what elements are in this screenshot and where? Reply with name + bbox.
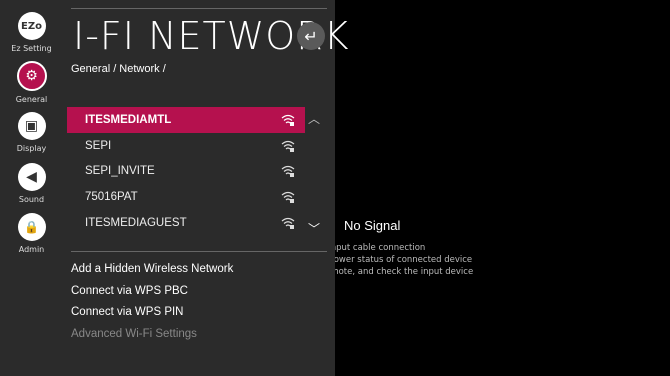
network-item[interactable]: SEPI_INVITE: [67, 158, 305, 184]
advanced-wifi-settings-button[interactable]: Advanced Wi-Fi Settings: [71, 327, 331, 349]
settings-sidebar: EZo Ez Setting ⚙ General ▣ Display ◀ Sou…: [0, 0, 63, 376]
sidebar-item-ez-setting[interactable]: EZo Ez Setting: [0, 12, 63, 53]
sidebar-item-label: General: [15, 95, 48, 104]
network-list: ITESMEDIAMTL SEPI SEPI_INVITE 75016PAT I…: [67, 107, 305, 235]
network-item[interactable]: 75016PAT: [67, 184, 305, 210]
network-item[interactable]: SEPI: [67, 133, 305, 159]
scroll-up-icon[interactable]: ︿: [308, 110, 320, 127]
speaker-icon: ◀: [17, 163, 46, 191]
sidebar-item-label: Admin: [18, 245, 45, 254]
back-button[interactable]: ↵: [297, 22, 325, 50]
wps-pbc-button[interactable]: Connect via WPS PBC: [71, 284, 331, 306]
wifi-locked-icon: [281, 140, 295, 152]
no-signal-title: No Signal: [344, 218, 401, 233]
add-hidden-network-button[interactable]: Add a Hidden Wireless Network: [71, 262, 331, 284]
network-item[interactable]: ITESMEDIAMTL: [67, 107, 305, 133]
network-ssid: SEPI: [85, 139, 112, 152]
display-icon: ▣: [17, 112, 46, 140]
general-settings-icon: ⚙: [16, 61, 47, 91]
breadcrumb: General / Network /: [71, 63, 166, 75]
sidebar-item-label: Ez Setting: [11, 44, 52, 53]
lock-icon: 🔒: [17, 213, 46, 241]
sidebar-item-admin[interactable]: 🔒 Admin: [0, 213, 63, 254]
network-ssid: SEPI_INVITE: [85, 165, 155, 178]
network-item[interactable]: ITESMEDIAGUEST: [67, 210, 305, 236]
wifi-locked-icon: [281, 166, 295, 178]
wifi-locked-icon: [281, 191, 295, 204]
wifi-locked-icon: [281, 114, 295, 126]
divider: [71, 251, 327, 252]
sidebar-item-display[interactable]: ▣ Display: [0, 112, 63, 153]
sidebar-item-sound[interactable]: ◀ Sound: [0, 163, 63, 204]
sidebar-item-general[interactable]: ⚙ General: [0, 61, 63, 104]
network-ssid: ITESMEDIAMTL: [85, 113, 172, 126]
back-icon: ↵: [304, 26, 318, 46]
ez-setting-icon: EZo: [17, 12, 46, 40]
network-ssid: 75016PAT: [85, 190, 138, 203]
divider: [71, 8, 327, 9]
wifi-locked-icon: [281, 217, 295, 229]
sidebar-item-label: Sound: [18, 195, 45, 204]
scroll-down-icon[interactable]: ﹀: [308, 220, 320, 237]
network-actions: Add a Hidden Wireless Network Connect vi…: [71, 262, 331, 348]
wifi-network-panel: I-FI NETWORK ↵ General / Network / ITESM…: [63, 0, 349, 376]
sidebar-item-label: Display: [16, 144, 47, 153]
network-ssid: ITESMEDIAGUEST: [85, 216, 187, 229]
wps-pin-button[interactable]: Connect via WPS PIN: [71, 305, 331, 327]
